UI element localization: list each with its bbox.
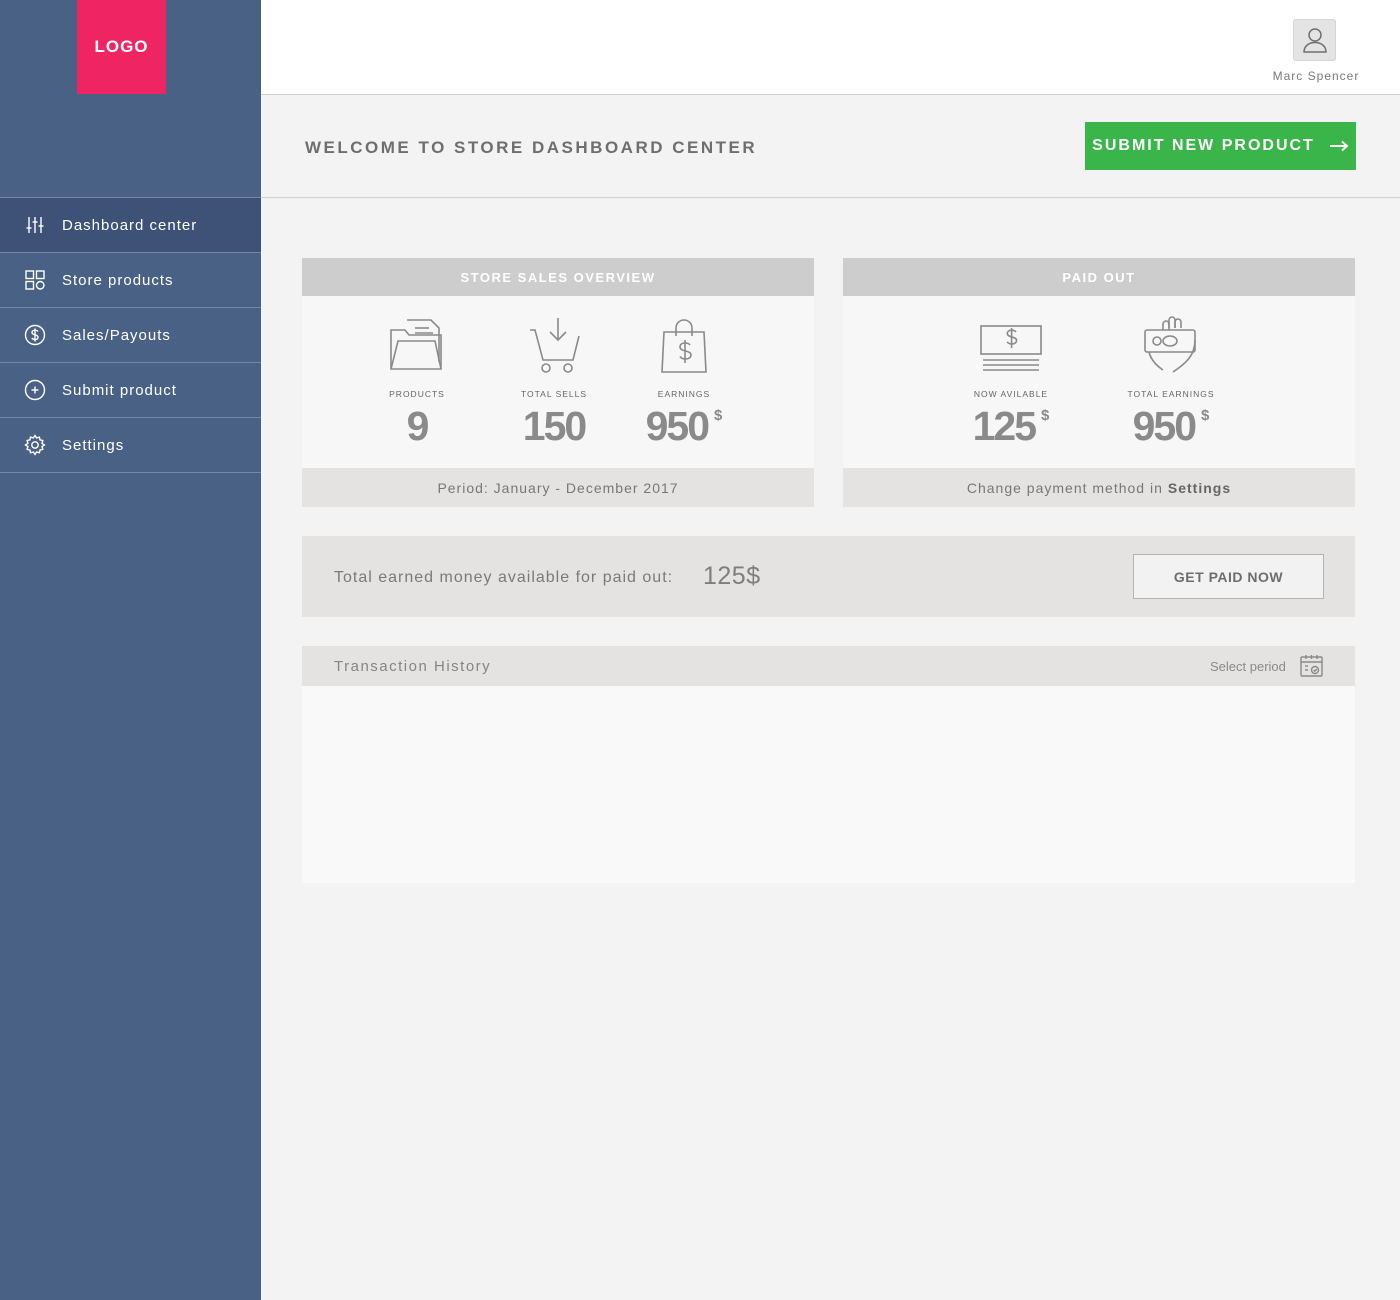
store-sales-overview-card: STORE SALES OVERVIEW PRODUCTS 9 TOTAL SE… (302, 258, 814, 507)
transaction-history-title: Transaction History (334, 658, 492, 675)
stat-label: EARNINGS (657, 389, 711, 399)
grid-icon (24, 269, 46, 291)
plus-circle-icon (24, 379, 46, 401)
user-icon (1302, 28, 1327, 53)
banknote-icon (980, 325, 1042, 371)
page-title: WELCOME TO STORE DASHBOARD CENTER (305, 138, 758, 157)
sidebar-item-submit-product[interactable]: Submit product (0, 363, 261, 418)
user-name[interactable]: Marc Spencer (1256, 69, 1376, 83)
sidebar-item-label: Store products (62, 271, 174, 289)
stat-value: 9 (406, 403, 430, 449)
submit-new-product-button[interactable]: SUBMIT NEW PRODUCT (1085, 122, 1356, 170)
shopping-bag-icon (661, 319, 707, 373)
period-footer: Period: January - December 2017 (302, 468, 814, 507)
stat-value: 150 (522, 403, 587, 449)
sidebar-item-label: Settings (62, 436, 125, 454)
payout-text: Total earned money available for paid ou… (334, 569, 674, 586)
sidebar-nav: Dashboard center Store products Sales/Pa… (0, 197, 261, 473)
stat-label: PRODUCTS (389, 389, 445, 399)
hand-money-icon (1144, 316, 1196, 373)
submit-new-product-label: SUBMIT NEW PRODUCT (1092, 137, 1315, 154)
payment-method-footer: Change payment method in Settings (843, 468, 1355, 507)
stat-label: TOTAL EARNINGS (1127, 389, 1215, 399)
select-period-label[interactable]: Select period (1210, 659, 1286, 674)
get-paid-now-button[interactable]: GET PAID NOW (1133, 554, 1324, 599)
transaction-history-panel: Transaction History Select period (302, 646, 1355, 883)
stat-earnings: EARNINGS 950 $ (624, 316, 744, 450)
gear-icon (24, 434, 46, 456)
cart-icon (530, 318, 580, 373)
sidebar: LOGO Dashboard center Store products Sal… (0, 0, 261, 1300)
settings-link[interactable]: Settings (1168, 480, 1231, 496)
card-title: PAID OUT (843, 258, 1355, 296)
sidebar-item-label: Submit product (62, 381, 177, 399)
top-bar: Marc Spencer (261, 0, 1400, 95)
stat-now-available: NOW AVILABLE 125 $ (951, 316, 1071, 450)
payment-method-text: Change payment method in (966, 479, 1163, 496)
transaction-history-header: Transaction History Select period (302, 646, 1355, 686)
logo[interactable]: LOGO (77, 0, 166, 94)
stat-value: 950 $ (1132, 403, 1210, 449)
stat-total-sells: TOTAL SELLS 150 (494, 316, 614, 450)
sidebar-item-label: Sales/Payouts (62, 326, 171, 344)
stat-value: 125 $ (972, 403, 1050, 449)
stat-products: PRODUCTS 9 (357, 316, 477, 450)
sidebar-item-dashboard-center[interactable]: Dashboard center (0, 198, 261, 253)
folder-icon (390, 319, 442, 370)
page-header: WELCOME TO STORE DASHBOARD CENTER SUBMIT… (261, 95, 1400, 198)
sidebar-item-settings[interactable]: Settings (0, 418, 261, 473)
stat-value: 950 $ (645, 403, 723, 449)
sliders-icon (24, 214, 46, 236)
payout-amount: 125$ (703, 562, 761, 590)
sidebar-item-store-products[interactable]: Store products (0, 253, 261, 308)
paid-out-card: PAID OUT NOW AVILABLE 125 $ TOTAL EARNING… (843, 258, 1355, 507)
dollar-circle-icon (24, 324, 46, 346)
sidebar-item-sales-payouts[interactable]: Sales/Payouts (0, 308, 261, 363)
user-avatar[interactable] (1293, 19, 1336, 61)
stat-label: NOW AVILABLE (973, 389, 1049, 399)
stat-total-earnings: TOTAL EARNINGS 950 $ (1111, 316, 1231, 450)
payout-bar: Total earned money available for paid ou… (302, 536, 1355, 617)
stat-label: TOTAL SELLS (520, 389, 588, 399)
card-title: STORE SALES OVERVIEW (302, 258, 814, 296)
sidebar-item-label: Dashboard center (62, 216, 198, 234)
arrow-right-icon (1329, 140, 1349, 152)
calendar-icon[interactable] (1299, 653, 1324, 678)
